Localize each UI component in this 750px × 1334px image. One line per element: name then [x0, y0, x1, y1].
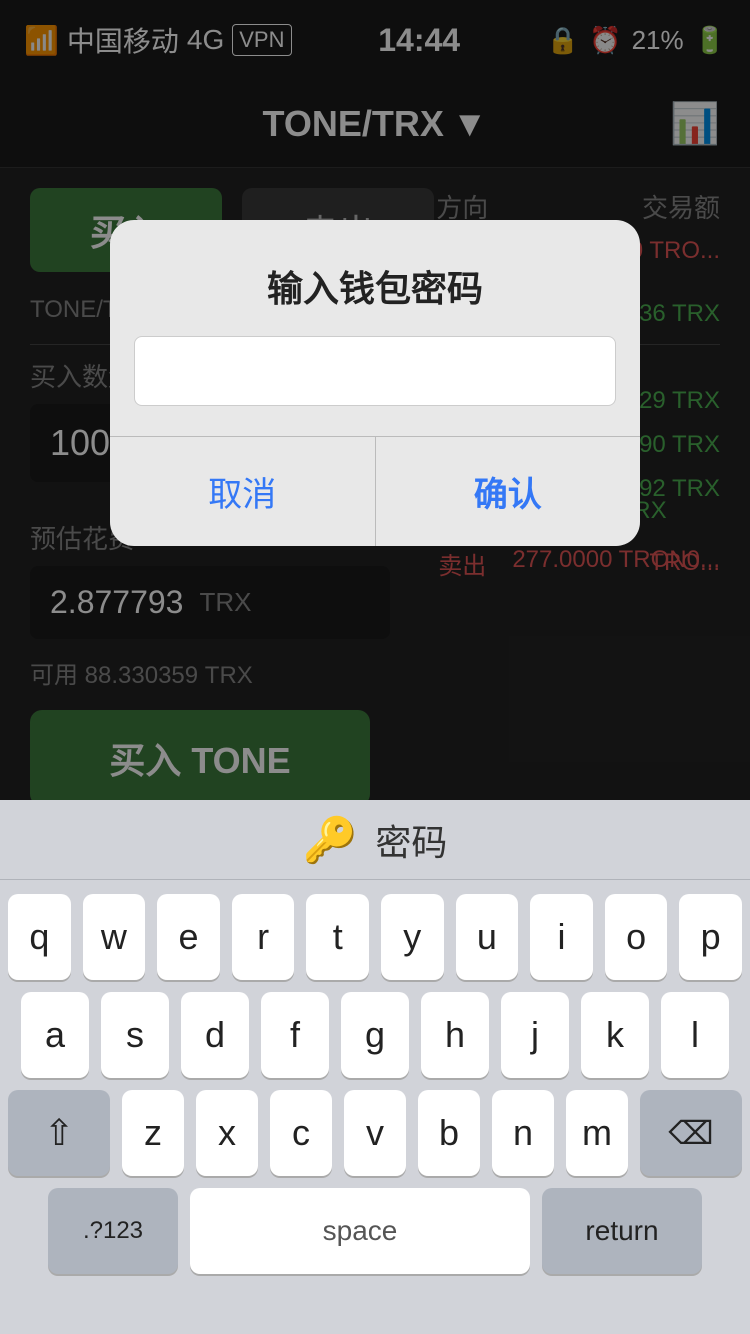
key-row-1: q w e r t y u i o p [8, 894, 742, 980]
key-a[interactable]: a [21, 992, 89, 1078]
key-b[interactable]: b [418, 1090, 480, 1176]
key-icon: 🔑 [303, 814, 358, 866]
key-z[interactable]: z [122, 1090, 184, 1176]
key-c[interactable]: c [270, 1090, 332, 1176]
key-t[interactable]: t [306, 894, 369, 980]
keyboard-area: 🔑 密码 q w e r t y u i o p a s d f g h j k… [0, 800, 750, 1334]
key-v[interactable]: v [344, 1090, 406, 1176]
dialog-input-wrap [110, 336, 640, 436]
keyboard-header-text: 密码 [375, 814, 447, 866]
key-o[interactable]: o [605, 894, 668, 980]
dialog-buttons: 取消 确认 [110, 436, 640, 546]
keyboard-rows: q w e r t y u i o p a s d f g h j k l ⇧ … [0, 880, 750, 1294]
key-j[interactable]: j [501, 992, 569, 1078]
password-dialog: 输入钱包密码 取消 确认 [110, 220, 640, 546]
key-m[interactable]: m [566, 1090, 628, 1176]
numbers-key[interactable]: .?123 [48, 1188, 178, 1274]
key-i[interactable]: i [530, 894, 593, 980]
key-u[interactable]: u [456, 894, 519, 980]
space-key[interactable]: space [190, 1188, 530, 1274]
key-x[interactable]: x [196, 1090, 258, 1176]
dialog-title: 输入钱包密码 [110, 220, 640, 336]
key-n[interactable]: n [492, 1090, 554, 1176]
key-s[interactable]: s [101, 992, 169, 1078]
keyboard-header: 🔑 密码 [0, 800, 750, 880]
dialog-confirm-button[interactable]: 确认 [376, 437, 641, 546]
key-row-2: a s d f g h j k l [8, 992, 742, 1078]
key-g[interactable]: g [341, 992, 409, 1078]
key-p[interactable]: p [679, 894, 742, 980]
key-q[interactable]: q [8, 894, 71, 980]
key-row-3: ⇧ z x c v b n m ⌫ [8, 1090, 742, 1176]
key-l[interactable]: l [661, 992, 729, 1078]
password-input[interactable] [134, 336, 616, 406]
backspace-key[interactable]: ⌫ [640, 1090, 742, 1176]
key-y[interactable]: y [381, 894, 444, 980]
dialog-cancel-button[interactable]: 取消 [110, 437, 375, 546]
key-r[interactable]: r [232, 894, 295, 980]
return-key[interactable]: return [542, 1188, 702, 1274]
key-w[interactable]: w [83, 894, 146, 980]
key-e[interactable]: e [157, 894, 220, 980]
key-row-4: .?123 space return [8, 1188, 742, 1274]
key-h[interactable]: h [421, 992, 489, 1078]
shift-key[interactable]: ⇧ [8, 1090, 110, 1176]
key-f[interactable]: f [261, 992, 329, 1078]
key-k[interactable]: k [581, 992, 649, 1078]
key-d[interactable]: d [181, 992, 249, 1078]
